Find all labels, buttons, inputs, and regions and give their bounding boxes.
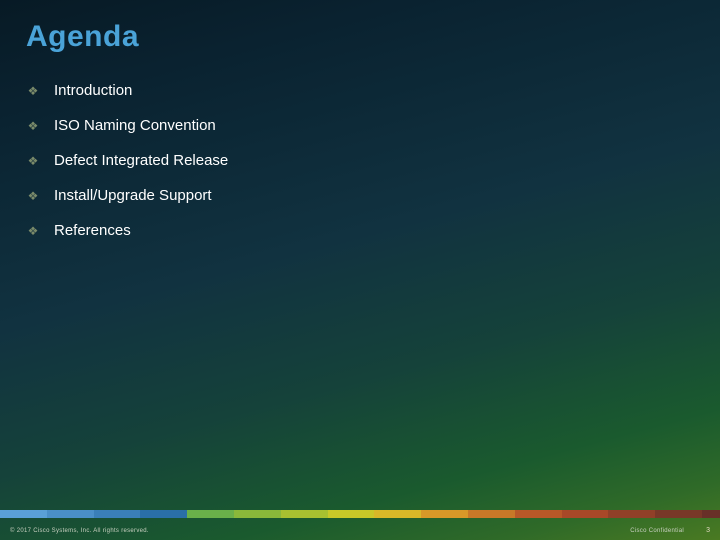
diamond-bullet-icon: ❖ <box>26 225 40 237</box>
page-number: 3 <box>706 527 710 534</box>
item-label: Defect Integrated Release <box>54 152 228 169</box>
item-label: ISO Naming Convention <box>54 117 216 134</box>
list-item: ❖ Defect Integrated Release <box>26 152 686 169</box>
diamond-bullet-icon: ❖ <box>26 120 40 132</box>
diamond-bullet-icon: ❖ <box>26 190 40 202</box>
list-item: ❖ ISO Naming Convention <box>26 117 686 134</box>
footer-confidential: Cisco Confidential <box>630 528 684 534</box>
slide-title: Agenda <box>26 20 139 54</box>
list-item: ❖ Install/Upgrade Support <box>26 187 686 204</box>
list-item: ❖ References <box>26 222 686 239</box>
item-label: Install/Upgrade Support <box>54 187 212 204</box>
list-item: ❖ Introduction <box>26 82 686 99</box>
diamond-bullet-icon: ❖ <box>26 155 40 167</box>
item-label: Introduction <box>54 82 132 99</box>
item-label: References <box>54 222 131 239</box>
footer-color-bar <box>0 510 720 518</box>
footer-copyright: © 2017 Cisco Systems, Inc. All rights re… <box>10 528 149 534</box>
agenda-list: ❖ Introduction ❖ ISO Naming Convention ❖… <box>26 82 686 257</box>
diamond-bullet-icon: ❖ <box>26 85 40 97</box>
